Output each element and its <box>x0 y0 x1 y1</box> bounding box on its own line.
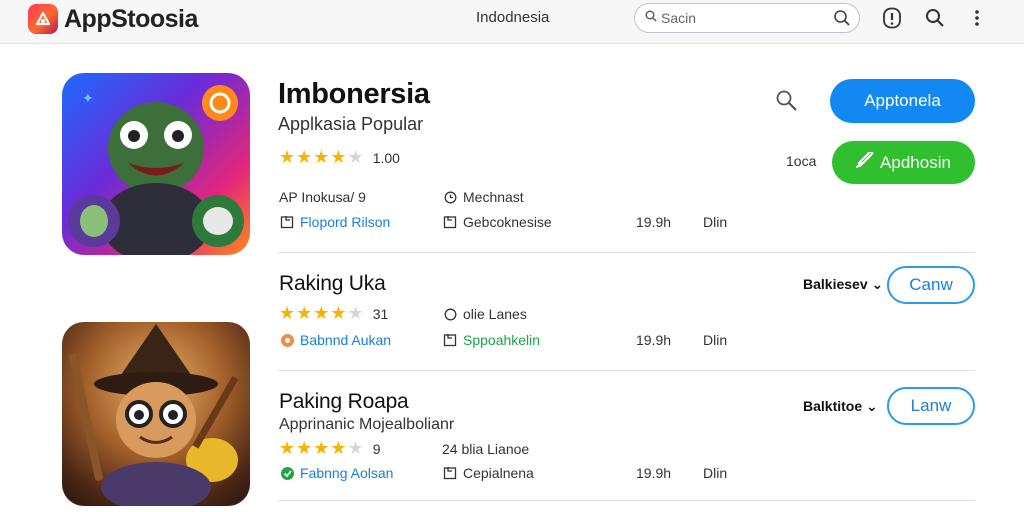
featured-rating-value: 1.00 <box>372 149 400 166</box>
divider <box>278 500 975 501</box>
featured-meta-info: Mechnast <box>442 189 524 205</box>
list-item-side-text: Balkiesev <box>803 276 868 292</box>
star-icon: ★★★★ <box>279 303 348 323</box>
featured-meta-left-1: AP Inokusa/ 9 <box>279 189 366 205</box>
divider <box>278 252 975 253</box>
featured-app-subtitle: Applkasia Popular <box>278 114 424 134</box>
list-item-get-button[interactable]: Lanw <box>887 387 975 425</box>
featured-developer[interactable]: Flopord Rilson <box>279 214 390 230</box>
svg-text:✦: ✦ <box>82 91 94 107</box>
list-item-rating: ★★★★ ★ 9 <box>279 438 380 459</box>
list-item-rating-value: 31 <box>372 305 389 322</box>
list-item-extra: Dlin <box>703 465 728 481</box>
featured-meta-right-1: Mechnast <box>463 189 524 205</box>
divider <box>278 370 975 371</box>
list-item-subtitle: Apprinanic Mojealbolianr <box>279 416 455 433</box>
featured-side-label: 1oca <box>786 153 817 169</box>
search-icon[interactable] <box>923 6 947 30</box>
featured-app-title[interactable]: Imbonersia <box>278 78 430 111</box>
featured-install-label: Apdhosin <box>880 152 951 172</box>
chevron-down-icon: ⌄ <box>867 276 884 292</box>
star-half-icon: ★ <box>347 147 365 167</box>
app-store-logo-icon <box>28 4 58 34</box>
brand[interactable]: AppStoosia <box>28 4 198 34</box>
list-app-icon[interactable] <box>62 322 250 506</box>
category-icon <box>442 214 458 230</box>
list-item-extra: Dlin <box>703 332 728 348</box>
list-item-category-text: Sppoahkelin <box>463 332 541 348</box>
category-icon <box>442 465 458 481</box>
featured-size: 19.9h <box>636 214 672 230</box>
list-item-developer[interactable]: Fabnng Aolsan <box>279 465 393 481</box>
featured-category: Gebcoknesise <box>442 214 552 230</box>
list-item-category: Cepialnena <box>442 465 534 481</box>
region-label[interactable]: Indodnesia <box>476 9 549 26</box>
list-item-size: 19.9h <box>636 465 672 481</box>
featured-extra: Dlin <box>703 214 728 230</box>
featured-rating: ★★★★ ★ 1.00 <box>279 147 400 168</box>
list-item-category-text: Cepialnena <box>463 465 534 481</box>
featured-primary-button[interactable]: Apptonela <box>830 79 975 123</box>
featured-meta-left-2: Flopord Rilson <box>300 214 391 230</box>
document-icon <box>279 214 295 230</box>
search-submit-icon[interactable] <box>833 9 851 32</box>
info-icon[interactable] <box>880 6 904 30</box>
rocket-icon <box>856 150 874 173</box>
featured-meta-right-2: Gebcoknesise <box>463 214 552 230</box>
star-icon: ★★★★ <box>279 147 348 167</box>
featured-app-icon[interactable]: ✦ <box>62 73 250 255</box>
brand-name: AppStoosia <box>64 4 198 33</box>
search-icon <box>645 9 657 27</box>
list-item-side-text: Balktitoe <box>803 398 863 414</box>
list-item-side-label[interactable]: Balkiesev ⌄ <box>803 276 883 293</box>
circle-icon <box>442 306 458 322</box>
list-item-side-label[interactable]: Balktitoe ⌄ <box>803 398 878 415</box>
list-item-developer[interactable]: Babnnd Aukan <box>279 332 391 348</box>
featured-meta-publisher: AP Inokusa/ 9 <box>279 189 366 205</box>
star-half-icon: ★ <box>347 303 365 323</box>
developer-badge-icon <box>279 332 295 348</box>
clock-icon <box>442 189 458 205</box>
list-item-category: Sppoahkelin <box>442 332 540 348</box>
list-item-info: 24 blia Lianoe <box>442 441 530 457</box>
list-item-size: 19.9h <box>636 332 672 348</box>
search-box[interactable] <box>634 3 860 33</box>
more-options-icon[interactable] <box>965 6 989 30</box>
featured-install-button[interactable]: Apdhosin <box>832 141 975 184</box>
list-item-developer-name: Fabnng Aolsan <box>300 465 394 481</box>
list-item-title[interactable]: Paking Roapa <box>279 390 409 414</box>
zoom-icon[interactable] <box>774 88 798 117</box>
list-item-rating: ★★★★ ★ 31 <box>279 303 388 324</box>
star-half-icon: ★ <box>347 438 365 458</box>
top-bar: AppStoosia Indodnesia <box>0 0 1024 44</box>
list-item-rating-value: 9 <box>372 440 381 457</box>
chevron-down-icon: ⌄ <box>862 398 878 414</box>
star-icon: ★★★★ <box>279 438 348 458</box>
list-item-title[interactable]: Raking Uka <box>279 272 386 296</box>
list-item-get-button[interactable]: Canw <box>887 266 975 304</box>
list-item-info-text: olie Lanes <box>463 306 527 322</box>
verified-check-icon <box>279 465 295 481</box>
category-icon <box>442 332 458 348</box>
list-item-info: olie Lanes <box>442 306 527 322</box>
search-input[interactable] <box>661 10 821 26</box>
list-item-developer-name: Babnnd Aukan <box>300 332 392 348</box>
